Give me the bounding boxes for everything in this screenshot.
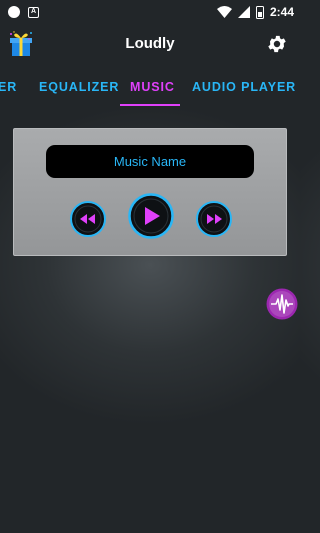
tab-bar: ER EQUALIZER MUSIC AUDIO PLAYER: [0, 74, 300, 106]
wifi-icon: [216, 6, 232, 18]
app-bar: Loudly: [0, 24, 300, 64]
app-notification-icon: A: [28, 6, 39, 18]
notification-dot-icon: [8, 6, 20, 18]
gear-icon[interactable]: [266, 33, 288, 55]
cellular-signal-icon: [237, 6, 250, 18]
battery-icon: [255, 5, 264, 19]
clock: 2:44: [269, 5, 294, 19]
music-name-display: Music Name: [46, 145, 254, 178]
music-name-label: Music Name: [113, 154, 187, 169]
status-bar: A 2:44: [0, 0, 300, 24]
rewind-button[interactable]: [70, 201, 106, 237]
fast-forward-button[interactable]: [196, 201, 232, 237]
app-title: Loudly: [125, 35, 175, 52]
tab-booster[interactable]: ER: [0, 80, 17, 94]
tab-audio-player[interactable]: AUDIO PLAYER: [192, 80, 296, 94]
tab-music[interactable]: MUSIC: [130, 80, 175, 94]
music-player-card: Music Name: [13, 128, 287, 256]
floating-waveform-button[interactable]: [266, 288, 298, 320]
play-button[interactable]: [128, 193, 174, 239]
active-tab-indicator: [120, 104, 180, 106]
tab-equalizer[interactable]: EQUALIZER: [39, 80, 119, 94]
